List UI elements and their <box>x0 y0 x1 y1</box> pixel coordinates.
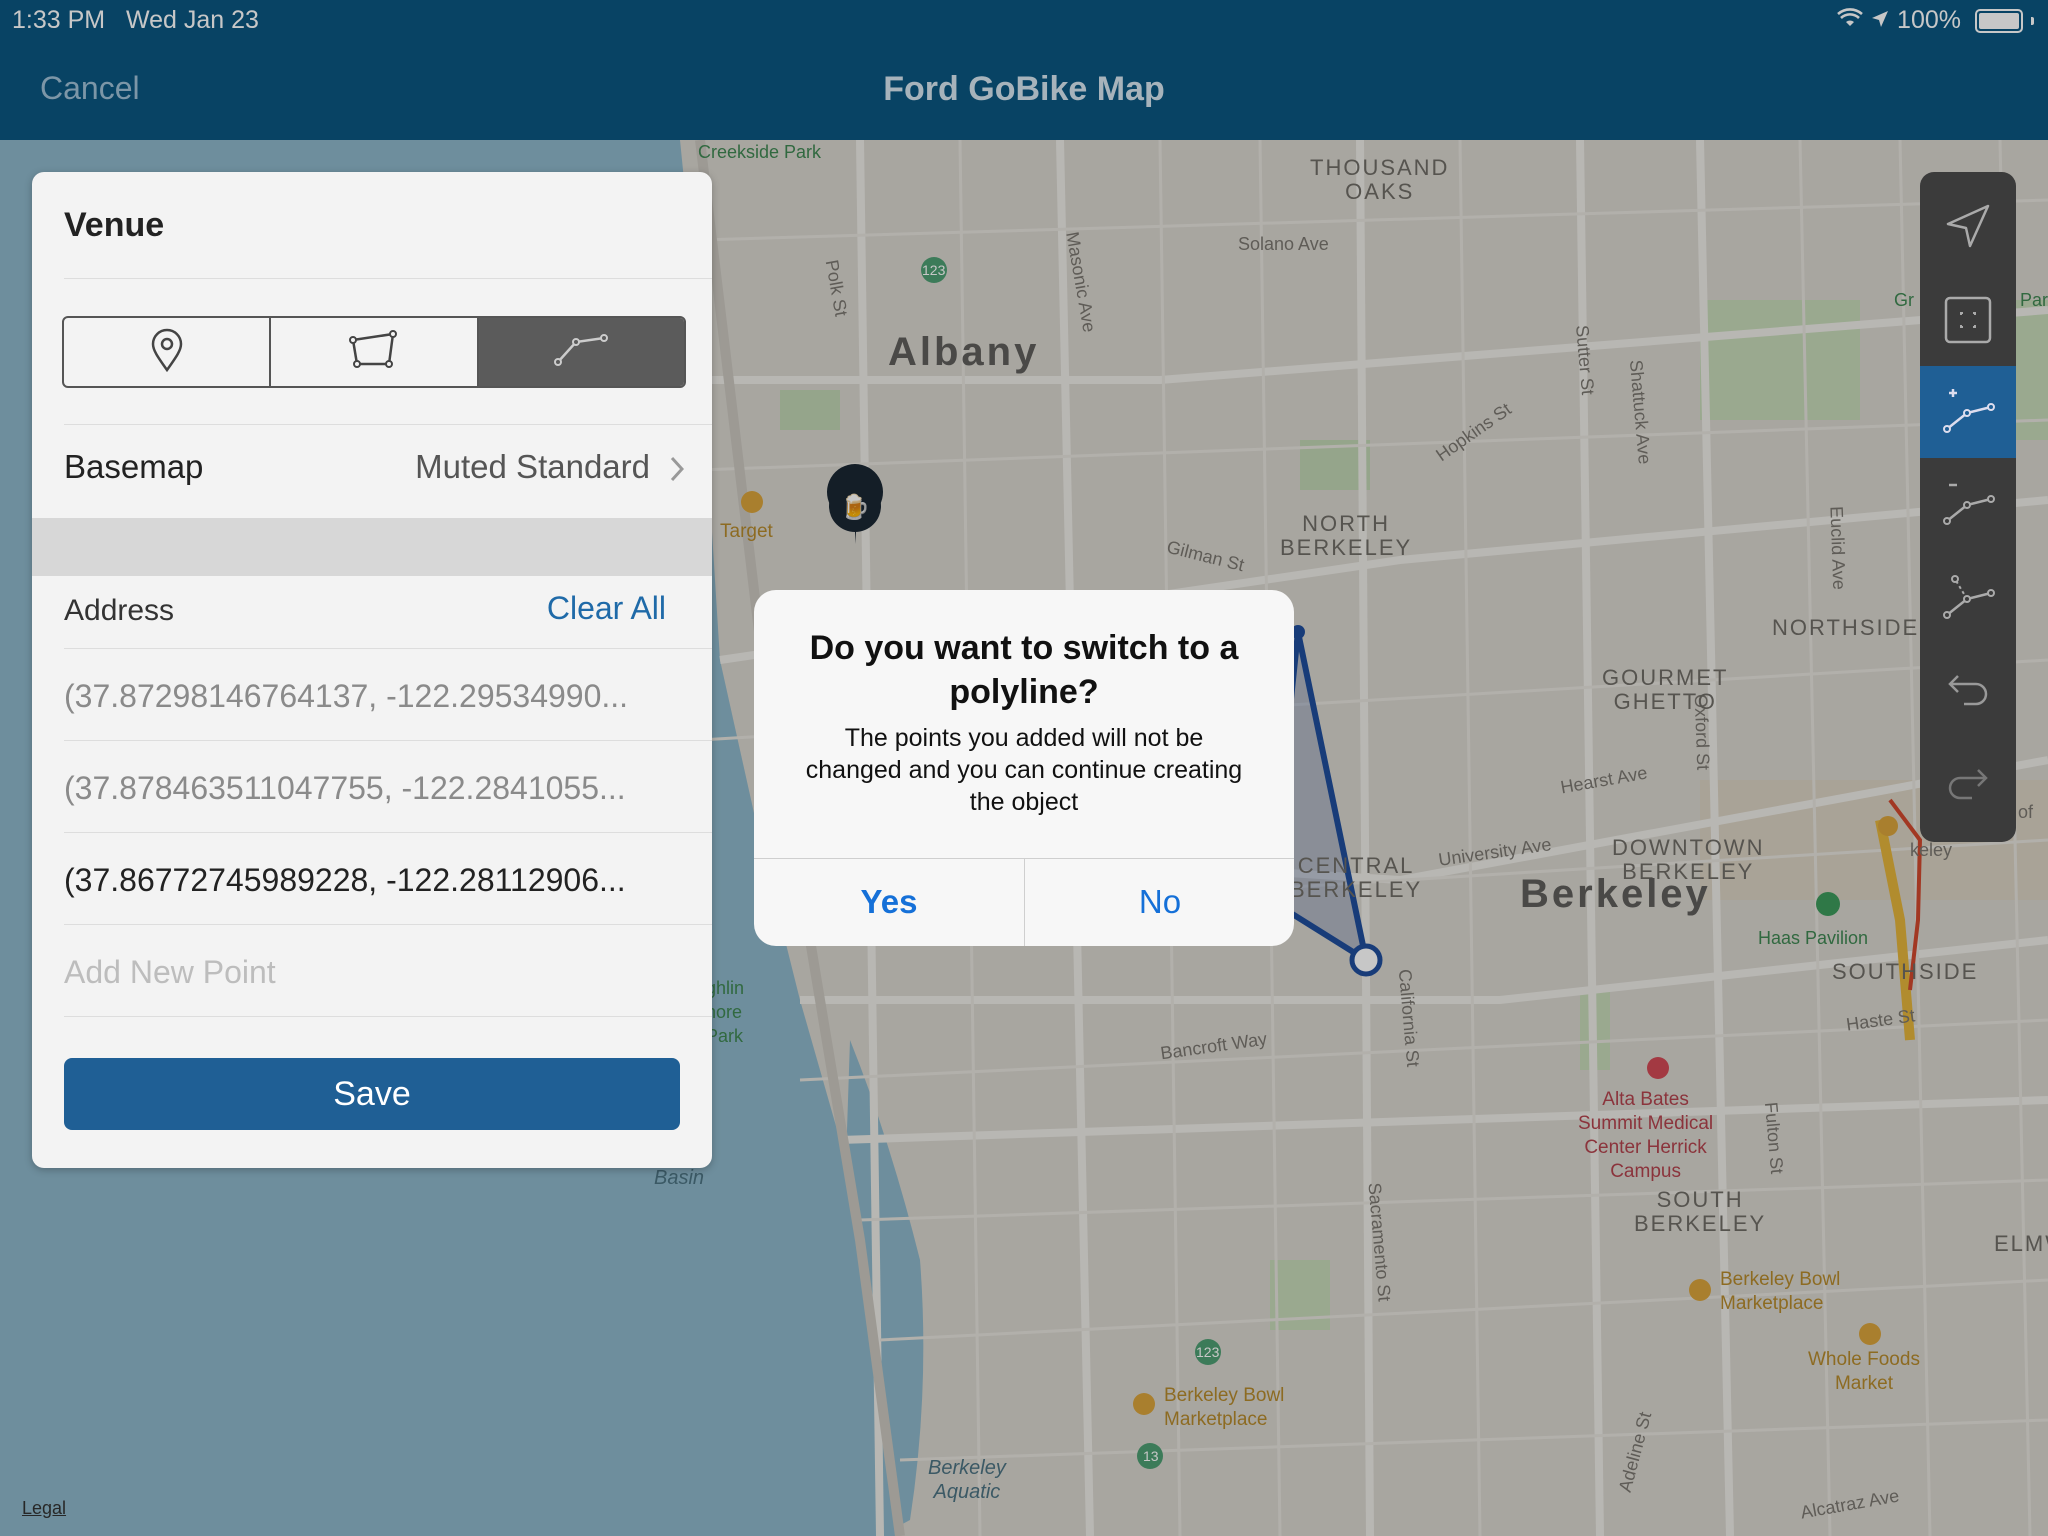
address-label: Address <box>64 594 175 627</box>
no-button[interactable]: No <box>1025 858 1294 946</box>
basemap-label: Basemap <box>64 448 204 485</box>
section-spacer <box>32 518 712 576</box>
location-arrow-icon <box>1944 202 1992 255</box>
save-button[interactable]: Save <box>64 1058 680 1130</box>
divider <box>64 278 712 279</box>
geometry-type-segmented-control <box>62 316 686 388</box>
insert-vertex-icon <box>1941 569 1995 628</box>
undo-button[interactable] <box>1920 646 2016 738</box>
venue-panel: Venue Basemap Muted Standard Address Cle… <box>32 172 712 1168</box>
divider <box>64 1016 712 1017</box>
alert-message: The points you added will not be changed… <box>805 724 1243 816</box>
undo-icon <box>1946 672 1990 713</box>
divider <box>64 424 712 425</box>
address-point[interactable]: (37.87298146764137, -122.29534990... <box>64 678 628 715</box>
insert-vertex-button[interactable] <box>1920 552 2016 644</box>
segment-polygon[interactable] <box>271 318 479 386</box>
polygon-icon <box>347 329 401 375</box>
divider <box>64 740 712 741</box>
fit-extent-icon <box>1943 295 1993 350</box>
basemap-value: Muted Standard <box>415 448 650 485</box>
divider <box>64 648 712 649</box>
address-point[interactable]: (37.86772745989228, -122.28112906... <box>64 862 626 899</box>
divider <box>64 924 712 925</box>
redo-button[interactable] <box>1920 740 2016 832</box>
location-button[interactable] <box>1920 182 2016 274</box>
clear-all-button[interactable]: Clear All <box>547 590 666 627</box>
switch-to-polyline-alert: Do you want to switch to a polyline? The… <box>754 590 1294 946</box>
alert-title: Do you want to switch to a polyline? <box>809 629 1239 711</box>
remove-vertex-icon <box>1941 475 1995 534</box>
segment-polyline[interactable] <box>478 318 684 386</box>
add-vertex-button[interactable] <box>1920 366 2016 458</box>
panel-title: Venue <box>64 206 165 244</box>
divider <box>64 832 712 833</box>
add-vertex-icon <box>1941 383 1995 442</box>
remove-vertex-button[interactable] <box>1920 458 2016 550</box>
segment-point[interactable] <box>64 318 272 386</box>
fit-extent-button[interactable] <box>1920 276 2016 368</box>
polyline-icon <box>554 333 609 371</box>
chevron-right-icon <box>670 456 685 487</box>
yes-button[interactable]: Yes <box>754 858 1024 946</box>
add-new-point-input[interactable]: Add New Point <box>64 954 276 991</box>
edit-toolbar <box>1920 172 2016 842</box>
pin-icon <box>149 328 185 377</box>
redo-icon <box>1946 766 1990 807</box>
address-point[interactable]: (37.878463511047755, -122.2841055... <box>64 770 626 807</box>
